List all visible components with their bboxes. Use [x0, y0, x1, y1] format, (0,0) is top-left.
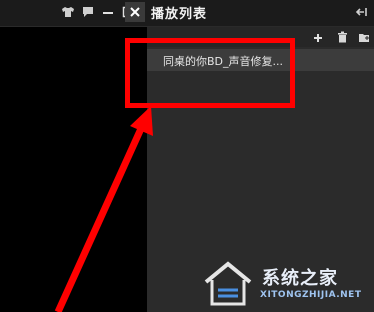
watermark-title: 系统之家: [262, 268, 338, 289]
house-logo-icon: [204, 261, 252, 306]
watermark: 系统之家 XITONGZHIJIA.NET: [200, 258, 370, 310]
watermark-url: XITONGZHIJIA.NET: [260, 290, 362, 300]
